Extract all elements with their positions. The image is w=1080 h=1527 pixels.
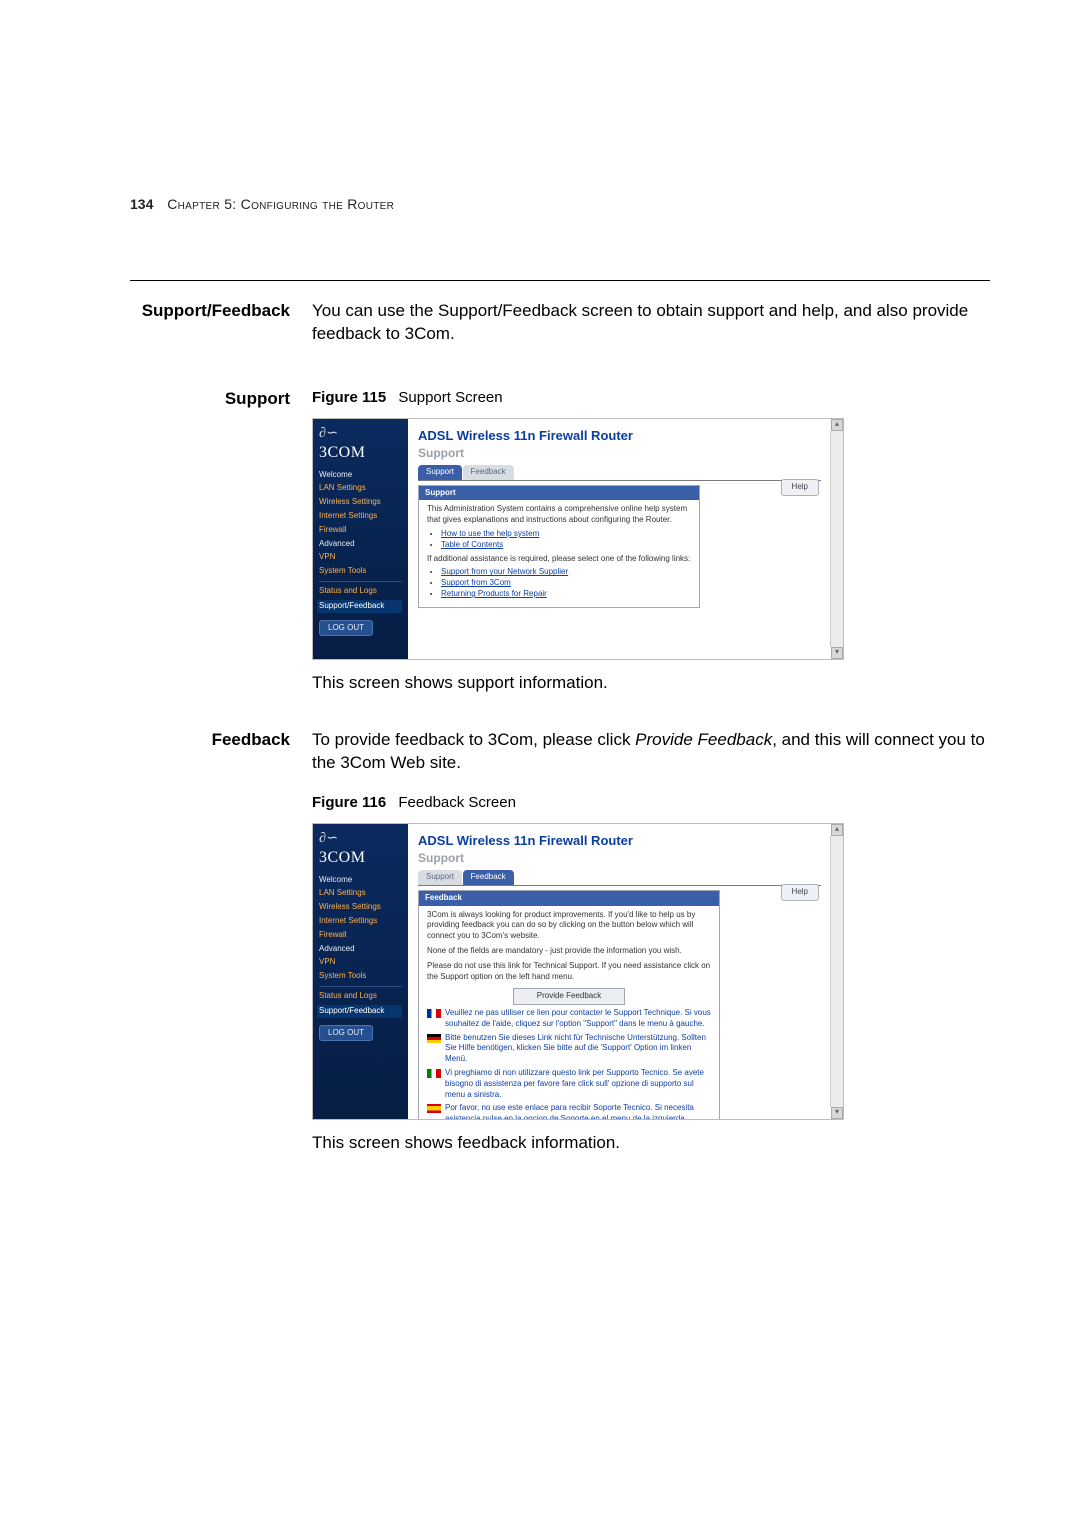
screenshot-nav: ∂∽3COM Welcome LAN Settings Wireless Set…: [313, 419, 408, 659]
screen-subtitle: Support: [418, 850, 821, 866]
nav-support-feedback[interactable]: Support/Feedback: [317, 1005, 402, 1018]
nav-welcome[interactable]: Welcome: [319, 875, 402, 886]
link-returning-products[interactable]: Returning Products for Repair: [441, 589, 547, 598]
support-panel: Support This Administration System conta…: [418, 485, 700, 608]
support-after-text: This screen shows support information.: [312, 672, 990, 695]
logout-button[interactable]: LOG OUT: [319, 620, 373, 637]
scroll-down-icon[interactable]: ▾: [831, 1107, 843, 1119]
link-support-3com[interactable]: Support from 3Com: [441, 578, 511, 587]
fb-p2: None of the fields are mandatory - just …: [427, 946, 711, 957]
tab-feedback[interactable]: Feedback: [463, 870, 514, 885]
support-screenshot: ∂∽3COM Welcome LAN Settings Wireless Set…: [312, 418, 844, 660]
scroll-up-icon[interactable]: ▴: [831, 824, 843, 836]
screenshot-nav: ∂∽3COM Welcome LAN Settings Wireless Set…: [313, 824, 408, 1119]
nav-internet-settings[interactable]: Internet Settings: [319, 916, 402, 927]
nav-lan-settings[interactable]: LAN Settings: [319, 483, 402, 494]
flag-fr-icon: [427, 1009, 441, 1018]
tab-support[interactable]: Support: [418, 870, 462, 885]
support-panel-head: Support: [419, 486, 699, 501]
nav-system-tools[interactable]: System Tools: [319, 971, 402, 982]
provide-feedback-button[interactable]: Provide Feedback: [513, 988, 625, 1005]
tab-support[interactable]: Support: [418, 465, 462, 480]
nav-welcome[interactable]: Welcome: [319, 470, 402, 481]
feedback-screenshot: ∂∽3COM Welcome LAN Settings Wireless Set…: [312, 823, 844, 1120]
figure-116-caption: Figure 116 Feedback Screen: [312, 793, 990, 813]
feedback-intro: To provide feedback to 3Com, please clic…: [312, 729, 990, 775]
nav-internet-settings[interactable]: Internet Settings: [319, 511, 402, 522]
scroll-up-icon[interactable]: ▴: [831, 419, 843, 431]
feedback-after-text: This screen shows feedback information.: [312, 1132, 990, 1155]
link-network-supplier[interactable]: Support from your Network Supplier: [441, 567, 568, 576]
router-title: ADSL Wireless 11n Firewall Router: [418, 832, 821, 850]
logo-3com: ∂∽3COM: [319, 830, 402, 868]
section-intro: You can use the Support/Feedback screen …: [312, 300, 990, 346]
figure-116-label: Figure 116: [312, 794, 386, 811]
tabs: Support Feedback: [418, 870, 821, 886]
flag-it-icon: [427, 1069, 441, 1078]
page-number: 134: [130, 196, 153, 212]
nav-wireless-settings[interactable]: Wireless Settings: [319, 497, 402, 508]
feedback-panel: Feedback 3Com is always looking for prod…: [418, 890, 720, 1120]
flag-de-icon: [427, 1034, 441, 1043]
scroll-track[interactable]: [830, 431, 843, 647]
logout-button[interactable]: LOG OUT: [319, 1025, 373, 1042]
chapter-title: Chapter 5: Configuring the Router: [167, 196, 394, 212]
subheading-feedback: Feedback: [130, 729, 312, 1155]
scroll-track[interactable]: [830, 836, 843, 1107]
nav-advanced[interactable]: Advanced: [319, 944, 402, 955]
header-rule: [130, 280, 990, 281]
tab-feedback[interactable]: Feedback: [463, 465, 514, 480]
nav-status-logs[interactable]: Status and Logs: [319, 991, 402, 1002]
screen-subtitle: Support: [418, 445, 821, 461]
flag-es-icon: [427, 1104, 441, 1113]
tabs: Support Feedback: [418, 465, 821, 481]
fb-p3: Please do not use this link for Technica…: [427, 961, 711, 983]
link-help-system[interactable]: How to use the help system: [441, 529, 539, 538]
figure-115-caption: Figure 115 Support Screen: [312, 388, 990, 408]
fb-note-fr: Veuillez ne pas utiliser ce lien pour co…: [445, 1008, 711, 1030]
nav-firewall[interactable]: Firewall: [319, 930, 402, 941]
support-panel-text2: If additional assistance is required, pl…: [427, 554, 691, 565]
link-toc[interactable]: Table of Contents: [441, 540, 503, 549]
scroll-down-icon[interactable]: ▾: [831, 647, 843, 659]
subheading-support: Support: [130, 388, 312, 695]
figure-115-label: Figure 115: [312, 389, 386, 406]
nav-vpn[interactable]: VPN: [319, 957, 402, 968]
nav-wireless-settings[interactable]: Wireless Settings: [319, 902, 402, 913]
feedback-panel-head: Feedback: [419, 891, 719, 906]
fb-note-es: Por favor, no use este enlace para recib…: [445, 1103, 711, 1120]
logo-3com: ∂∽3COM: [319, 425, 402, 463]
nav-support-feedback[interactable]: Support/Feedback: [317, 600, 402, 613]
nav-lan-settings[interactable]: LAN Settings: [319, 888, 402, 899]
nav-firewall[interactable]: Firewall: [319, 525, 402, 536]
nav-status-logs[interactable]: Status and Logs: [319, 586, 402, 597]
fb-p1: 3Com is always looking for product impro…: [427, 910, 711, 942]
help-button[interactable]: Help: [781, 884, 819, 901]
fb-note-de: Bitte benutzen Sie dieses Link nicht für…: [445, 1033, 711, 1065]
section-heading-support-feedback: Support/Feedback: [130, 300, 312, 346]
fb-note-it: Vi preghiamo di non utilizzare questo li…: [445, 1068, 711, 1100]
running-header: 134 Chapter 5: Configuring the Router: [130, 195, 394, 214]
help-button[interactable]: Help: [781, 479, 819, 496]
support-panel-text1: This Administration System contains a co…: [427, 504, 691, 526]
router-title: ADSL Wireless 11n Firewall Router: [418, 427, 821, 445]
nav-advanced[interactable]: Advanced: [319, 539, 402, 550]
nav-system-tools[interactable]: System Tools: [319, 566, 402, 577]
nav-vpn[interactable]: VPN: [319, 552, 402, 563]
